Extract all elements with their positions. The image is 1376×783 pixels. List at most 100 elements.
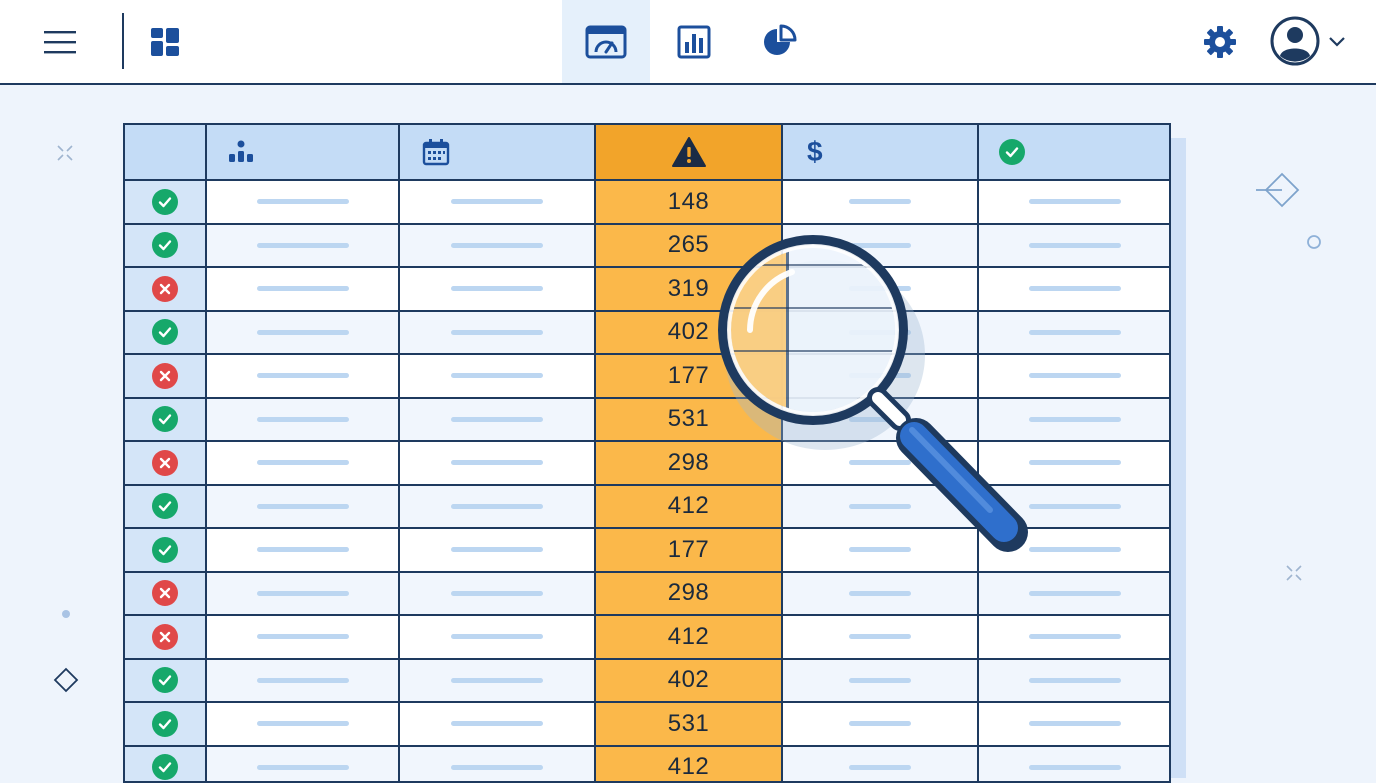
placeholder-line xyxy=(849,591,911,596)
placeholder-line xyxy=(257,330,349,335)
header-column-verified[interactable] xyxy=(979,125,1171,179)
table-cell[interactable] xyxy=(979,658,1171,702)
top-navigation-bar xyxy=(0,0,1376,85)
placeholder-line xyxy=(849,765,911,770)
table-cell[interactable] xyxy=(783,571,979,615)
table-row[interactable]: 412 xyxy=(125,614,1171,658)
highlighted-value-cell[interactable]: 412 xyxy=(596,745,783,783)
cell-value: 412 xyxy=(668,753,710,781)
table-cell[interactable] xyxy=(400,223,596,267)
table-cell[interactable] xyxy=(207,223,400,267)
table-cell[interactable] xyxy=(783,701,979,745)
table-cell[interactable] xyxy=(207,527,400,571)
table-cell[interactable] xyxy=(783,745,979,783)
placeholder-line xyxy=(451,199,543,204)
status-cell xyxy=(125,310,207,354)
tab-pie-chart[interactable] xyxy=(757,20,801,64)
table-row[interactable]: 531 xyxy=(125,701,1171,745)
table-row[interactable]: 402 xyxy=(125,658,1171,702)
menu-button[interactable] xyxy=(38,22,82,62)
table-cell[interactable] xyxy=(207,745,400,783)
placeholder-line xyxy=(257,547,349,552)
status-cell xyxy=(125,353,207,397)
highlighted-value-cell[interactable]: 298 xyxy=(596,571,783,615)
highlighted-value-cell[interactable]: 402 xyxy=(596,658,783,702)
table-cell[interactable] xyxy=(400,701,596,745)
chevron-down-icon xyxy=(1327,34,1347,48)
table-cell[interactable] xyxy=(207,658,400,702)
bar-chart-icon xyxy=(677,25,711,59)
placeholder-line xyxy=(257,373,349,378)
check-circle-icon xyxy=(999,139,1025,165)
header-column-date[interactable] xyxy=(400,125,596,179)
table-cell[interactable] xyxy=(400,484,596,528)
table-cell[interactable] xyxy=(783,179,979,223)
table-cell[interactable] xyxy=(400,658,596,702)
highlighted-value-cell[interactable]: 531 xyxy=(596,701,783,745)
table-row[interactable]: 298 xyxy=(125,571,1171,615)
dashboard-button[interactable] xyxy=(145,22,185,62)
table-row[interactable]: 148 xyxy=(125,179,1171,223)
table-cell[interactable] xyxy=(979,179,1171,223)
tab-dashboard[interactable] xyxy=(582,20,630,64)
table-cell[interactable] xyxy=(783,658,979,702)
cell-value: 148 xyxy=(668,188,710,216)
table-cell[interactable] xyxy=(207,440,400,484)
table-row[interactable]: 412 xyxy=(125,745,1171,783)
calendar-icon xyxy=(422,138,450,166)
table-cell[interactable] xyxy=(207,353,400,397)
table-cell[interactable] xyxy=(207,701,400,745)
table-cell[interactable] xyxy=(400,745,596,783)
highlighted-value-cell[interactable]: 148 xyxy=(596,179,783,223)
table-cell[interactable] xyxy=(400,310,596,354)
table-cell[interactable] xyxy=(207,310,400,354)
check-circle-icon xyxy=(152,537,178,563)
header-column-warning[interactable] xyxy=(596,125,783,179)
placeholder-line xyxy=(257,199,349,204)
table-cell[interactable] xyxy=(400,397,596,441)
settings-button[interactable] xyxy=(1198,20,1242,64)
table-cell[interactable] xyxy=(400,571,596,615)
placeholder-line xyxy=(451,765,543,770)
placeholder-line xyxy=(1029,591,1121,596)
placeholder-line xyxy=(451,504,543,509)
highlighted-value-cell[interactable]: 412 xyxy=(596,614,783,658)
header-column-hierarchy[interactable] xyxy=(207,125,400,179)
table-cell[interactable] xyxy=(207,397,400,441)
table-cell[interactable] xyxy=(979,745,1171,783)
placeholder-line xyxy=(1029,678,1121,683)
placeholder-line xyxy=(1029,330,1121,335)
table-cell[interactable] xyxy=(783,614,979,658)
circle-decoration-icon xyxy=(1305,233,1323,251)
table-cell[interactable] xyxy=(400,527,596,571)
status-cell xyxy=(125,223,207,267)
placeholder-line xyxy=(451,721,543,726)
table-cell[interactable] xyxy=(207,614,400,658)
cell-value: 412 xyxy=(668,623,710,651)
table-cell[interactable] xyxy=(979,571,1171,615)
placeholder-line xyxy=(1029,460,1121,465)
check-circle-icon xyxy=(152,667,178,693)
table-cell[interactable] xyxy=(207,266,400,310)
check-circle-icon xyxy=(152,232,178,258)
table-cell[interactable] xyxy=(979,614,1171,658)
table-cell[interactable] xyxy=(400,440,596,484)
user-menu-button[interactable] xyxy=(1266,14,1350,68)
tab-bar-chart[interactable] xyxy=(672,20,716,64)
table-cell[interactable] xyxy=(207,571,400,615)
table-cell[interactable] xyxy=(400,614,596,658)
cell-value: 531 xyxy=(668,710,710,738)
header-column-amount[interactable]: $ xyxy=(783,125,979,179)
placeholder-line xyxy=(257,634,349,639)
table-cell[interactable] xyxy=(400,266,596,310)
placeholder-line xyxy=(451,286,543,291)
header-status-column[interactable] xyxy=(125,125,207,179)
placeholder-line xyxy=(257,243,349,248)
diamond-arrow-decoration-icon xyxy=(1254,170,1310,210)
table-cell[interactable] xyxy=(979,701,1171,745)
dollar-icon: $ xyxy=(807,136,823,168)
table-cell[interactable] xyxy=(400,353,596,397)
table-cell[interactable] xyxy=(207,484,400,528)
table-cell[interactable] xyxy=(207,179,400,223)
table-cell[interactable] xyxy=(400,179,596,223)
